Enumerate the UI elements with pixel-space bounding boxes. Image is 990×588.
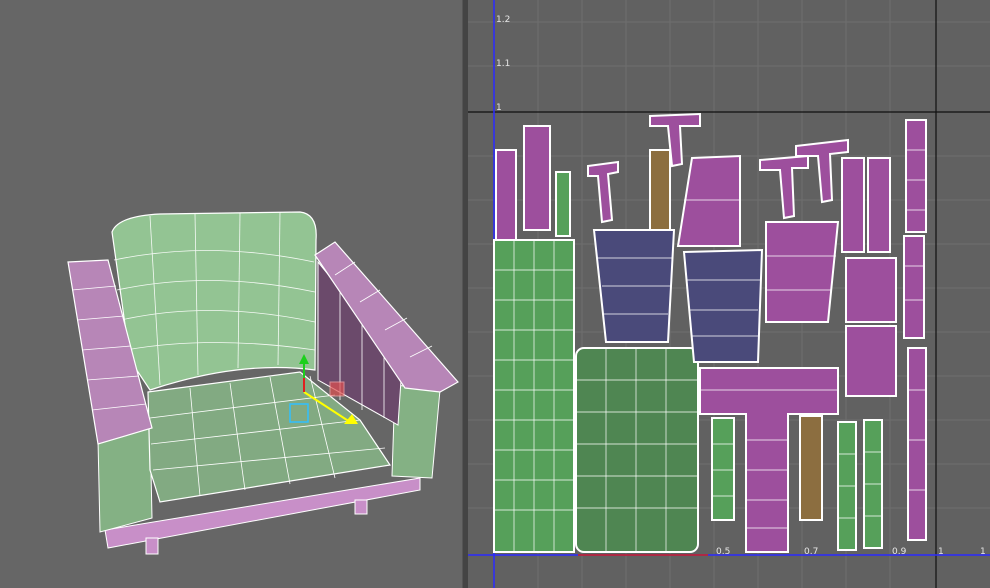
- scale-handle-icon[interactable]: [329, 381, 345, 397]
- chair-leg-front-right: [354, 499, 368, 515]
- uv-shell-strip-3[interactable]: [555, 171, 571, 237]
- back-cushion: [111, 211, 317, 391]
- uv-shell-right-1[interactable]: [841, 157, 865, 253]
- tick-x-4: 1: [938, 547, 944, 557]
- tick-x-3: 0.9: [892, 547, 907, 557]
- uv-canvas[interactable]: 1.2 1.1 1 0.5 0.7 0.9 1 1: [468, 0, 990, 588]
- uv-shell-seat-top[interactable]: [575, 347, 699, 553]
- uv-shell-back-inner-2[interactable]: [682, 248, 764, 363]
- uv-editor[interactable]: 1.2 1.1 1 0.5 0.7 0.9 1 1: [468, 0, 990, 588]
- uv-shell-strip-1[interactable]: [495, 149, 517, 241]
- uv-shell-small-t-1[interactable]: [587, 160, 619, 224]
- uv-shell-right-2[interactable]: [867, 157, 891, 253]
- chair-leg-front-left: [145, 537, 159, 555]
- armchair-model[interactable]: [0, 0, 462, 588]
- uv-shell-leg-1[interactable]: [649, 149, 671, 231]
- uv-shell-arm-1[interactable]: [676, 154, 741, 247]
- uv-shell-small-t-4[interactable]: [795, 138, 849, 204]
- tick-y-2: 1.1: [496, 59, 510, 69]
- uv-shell-small-t-3[interactable]: [759, 154, 809, 220]
- uv-shell-right-4[interactable]: [845, 325, 897, 397]
- perspective-viewport[interactable]: [0, 0, 462, 588]
- uv-shell-right-7[interactable]: [907, 347, 927, 541]
- uv-shell-right-6[interactable]: [903, 235, 925, 339]
- uv-shell-leg-2[interactable]: [799, 415, 823, 521]
- uv-shell-strip-2[interactable]: [523, 125, 551, 231]
- tick-x-5: 1: [980, 547, 986, 557]
- uv-shell-green-1[interactable]: [711, 417, 735, 521]
- tick-y-1: 1.2: [496, 15, 510, 25]
- tick-x-2: 0.7: [804, 547, 818, 557]
- tick-x-1: 0.5: [716, 547, 730, 557]
- uv-shells[interactable]: [493, 112, 927, 553]
- uv-shell-right-3[interactable]: [845, 257, 897, 323]
- uv-shell-arm-2[interactable]: [765, 221, 840, 323]
- tick-y-3: 1: [496, 103, 502, 113]
- uv-shell-right-5[interactable]: [905, 119, 927, 233]
